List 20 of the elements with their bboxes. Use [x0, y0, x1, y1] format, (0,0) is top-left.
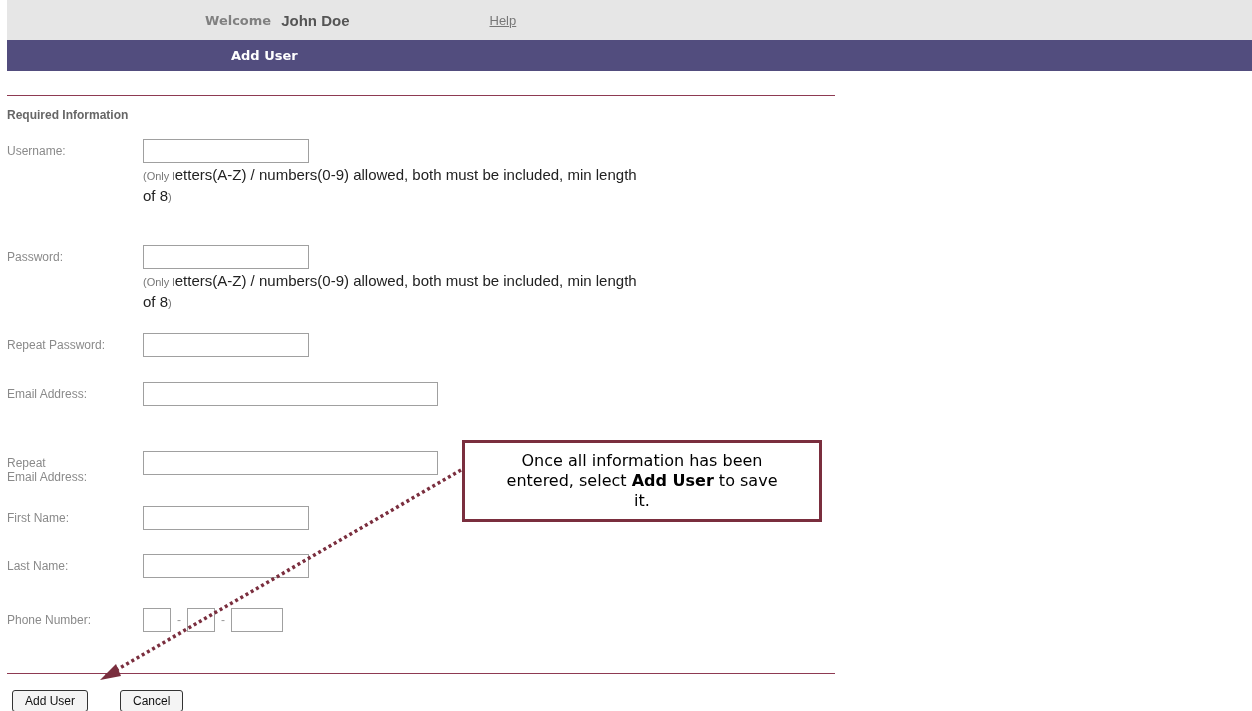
callout-text: Once all information has been entered, select Add User to save it.	[505, 451, 779, 511]
dash: -	[177, 612, 181, 629]
page-title: Add User	[231, 48, 298, 63]
field-hint: (Only letters(A-Z) / numbers(0-9) allowed, both must be included, min length of 8)	[143, 271, 638, 312]
field-label: Password:	[7, 249, 65, 264]
field-label: Email Address:	[7, 386, 89, 401]
field-label: Last Name:	[7, 558, 70, 573]
help-link[interactable]: Help	[489, 12, 517, 28]
user-name: John Doe	[281, 11, 350, 29]
add-user-button[interactable]: Add User	[12, 690, 89, 711]
field-label: First Name:	[7, 510, 70, 525]
section-title: Required Information	[7, 108, 129, 122]
dash: -	[221, 612, 225, 629]
welcome-text: Welcome	[205, 12, 272, 28]
field-label: Phone Number:	[7, 612, 93, 627]
field-hint: (Only letters(A-Z) / numbers(0-9) allowed, both must be included, min length of 8)	[143, 165, 638, 206]
field-label: Repeat Password:	[7, 337, 107, 352]
field-label: Username:	[7, 143, 67, 158]
field-label: Repeat Email Address:	[7, 455, 89, 484]
cancel-button[interactable]: Cancel	[120, 690, 184, 711]
